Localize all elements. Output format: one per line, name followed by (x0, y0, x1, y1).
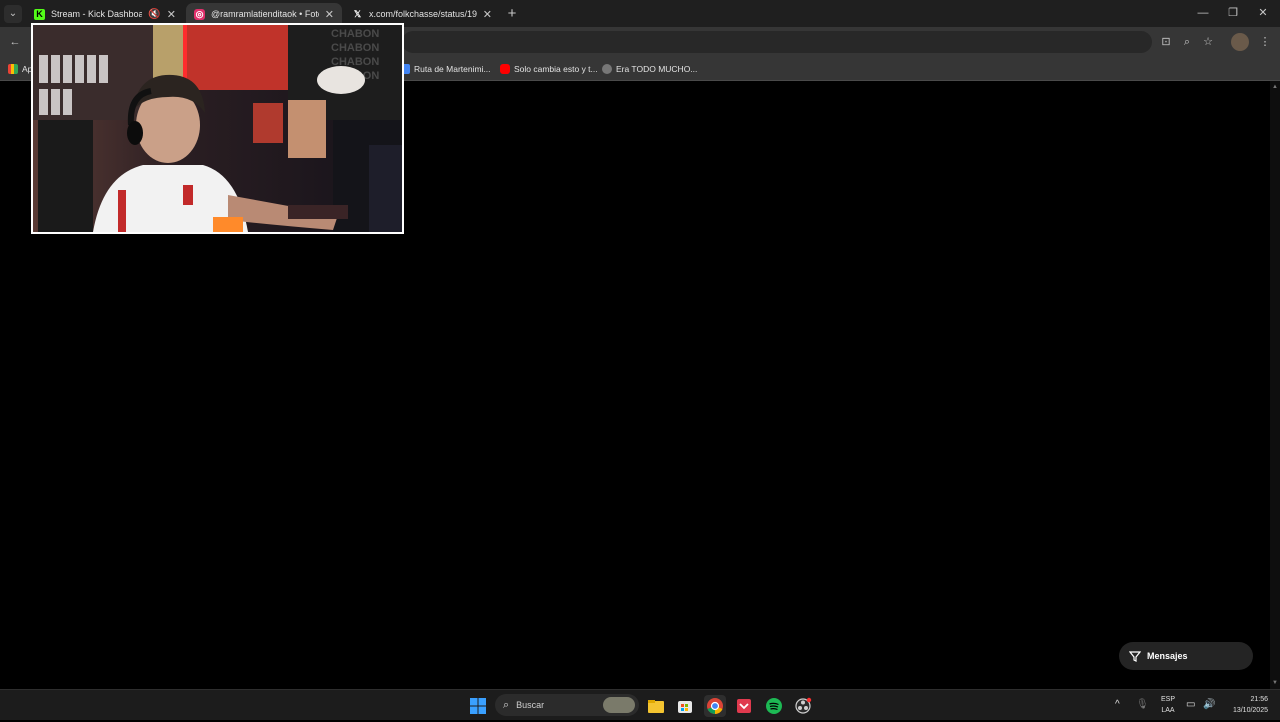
tab-instagram[interactable]: ◎ @ramramlatienditaok • Fotos y ✕ (186, 3, 342, 25)
clock-date: 13/10/2025 (1232, 707, 1268, 714)
language-bottom: LAA (1161, 707, 1175, 714)
windows-start-icon[interactable] (467, 695, 489, 717)
clock[interactable]: 21:56 13/10/2025 (1222, 694, 1268, 716)
youtube-icon (500, 64, 510, 74)
instagram-icon: ◎ (194, 8, 205, 20)
microphone-icon[interactable]: 🎙 (1136, 699, 1149, 710)
bookmark-apps[interactable]: Ap (8, 61, 32, 77)
mute-icon[interactable]: 🔇 (148, 9, 160, 20)
windows-taskbar: ⌕ Buscar ^ 🎙 ESP LAA ▭ 🔊 21:56 13/10/202… (0, 689, 1280, 720)
messages-button[interactable]: Mensajes (1119, 642, 1253, 670)
close-tab-icon[interactable]: ✕ (325, 8, 334, 21)
bookmark-solo-cambia[interactable]: Solo cambia esto y t... (500, 61, 598, 77)
chrome-icon[interactable] (704, 695, 726, 717)
tab-title: x.com/folkchasse/status/19773 (369, 9, 477, 19)
search-placeholder: Buscar (516, 700, 545, 710)
store-icon[interactable] (674, 695, 696, 717)
tab-kick-dashboard[interactable]: K Stream - Kick Dashboard 🔇 ✕ (26, 3, 184, 25)
bookmark-star-icon[interactable]: ☆ (1199, 33, 1217, 51)
scroll-down-icon[interactable]: ▼ (1272, 680, 1278, 686)
webcam-overlay: CHABONCHABON CHABONCHABON (31, 23, 404, 234)
svg-text:CHABON: CHABON (331, 42, 379, 54)
bookmark-label: Solo cambia esto y t... (514, 64, 598, 74)
language-indicator[interactable]: ESP LAA (1157, 694, 1179, 716)
restore-icon[interactable]: ❐ (1218, 4, 1248, 22)
close-window-icon[interactable]: ✕ (1248, 4, 1278, 22)
minimize-icon[interactable]: — (1188, 4, 1218, 22)
tab-x-status[interactable]: 𝕏 x.com/folkchasse/status/19773 ✕ (344, 3, 500, 25)
network-icon[interactable]: ▭ (1186, 699, 1195, 710)
back-arrow-icon[interactable]: ← (6, 33, 24, 51)
webcam-video-frame: CHABONCHABON CHABONCHABON (33, 25, 402, 232)
bookmark-label: Ruta de Martenimi... (414, 64, 491, 74)
globe-icon (602, 64, 612, 74)
clock-time: 21:56 (1250, 696, 1268, 703)
zoom-icon[interactable]: ⌕ (1178, 33, 1196, 51)
profile-avatar[interactable] (1231, 33, 1249, 51)
install-app-icon[interactable]: ⊡ (1157, 33, 1175, 51)
taskbar-search[interactable]: ⌕ Buscar (495, 694, 639, 716)
scroll-up-icon[interactable]: ▲ (1272, 84, 1278, 90)
close-tab-icon[interactable]: ✕ (483, 8, 492, 21)
obs-icon[interactable] (792, 695, 814, 717)
messages-label: Mensajes (1147, 651, 1188, 661)
apps-grid-icon (8, 64, 18, 74)
file-explorer-icon[interactable] (645, 695, 667, 717)
address-bar[interactable] (402, 31, 1152, 53)
tab-title: @ramramlatienditaok • Fotos y (211, 9, 319, 19)
pocket-app-icon[interactable] (733, 695, 755, 717)
spotify-icon[interactable] (763, 695, 785, 717)
menu-kebab-icon[interactable]: ⋮ (1256, 33, 1274, 51)
close-tab-icon[interactable]: ✕ (167, 8, 176, 21)
scrollbar[interactable]: ▲ ▼ (1270, 81, 1280, 689)
filter-icon (1129, 651, 1141, 662)
svg-text:CHABON: CHABON (331, 28, 379, 40)
language-top: ESP (1160, 696, 1175, 703)
search-icon: ⌕ (503, 698, 510, 711)
tab-title: Stream - Kick Dashboard (51, 9, 143, 19)
bookmark-ruta[interactable]: Ruta de Martenimi... (400, 61, 491, 77)
kick-icon: K (34, 8, 45, 20)
bookmark-era-todo[interactable]: Era TODO MUCHO... (602, 61, 697, 77)
x-icon: 𝕏 (353, 8, 362, 19)
tray-chevron-icon[interactable]: ^ (1115, 699, 1120, 710)
volume-icon[interactable]: 🔊 (1203, 699, 1215, 710)
tab-search-chevron-icon[interactable]: ⌄ (4, 5, 22, 23)
new-tab-button[interactable]: + (503, 5, 521, 23)
bookmark-label: Era TODO MUCHO... (616, 64, 698, 74)
search-highlight-icon (603, 697, 635, 713)
